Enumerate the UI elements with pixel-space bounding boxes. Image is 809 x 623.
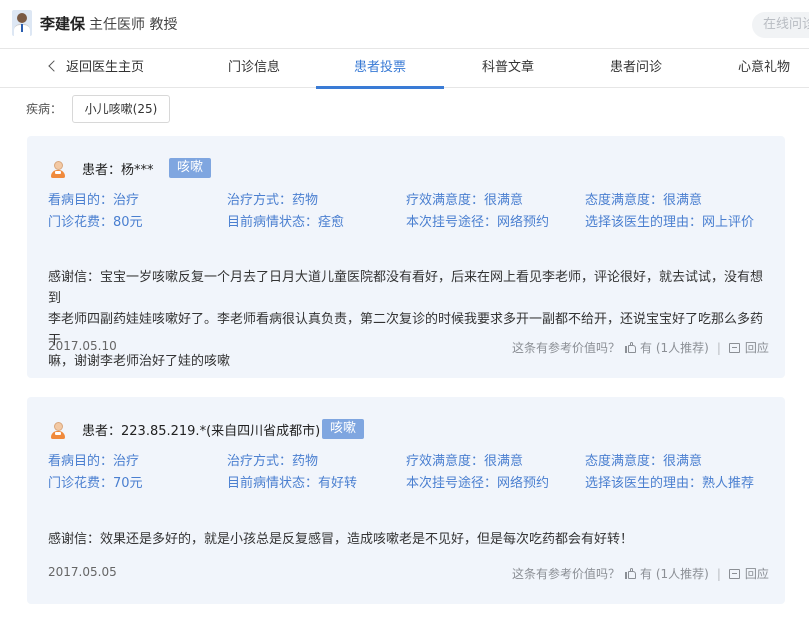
info-status: 目前病情状态：有好转 — [227, 476, 358, 491]
info-channel: 本次挂号途径：网络预约 — [406, 476, 550, 491]
tab-back-label: 返回医生主页 — [66, 60, 145, 75]
reply-link[interactable]: 回应 — [745, 567, 769, 581]
info-purpose: 看病目的：治疗 — [48, 454, 140, 469]
patient-icon — [49, 160, 67, 178]
divider: | — [716, 567, 721, 581]
doctor-header: 李建保 主任医师 教授 在线问诊 — [0, 0, 809, 48]
tab-patient-votes[interactable]: 患者投票 — [316, 49, 444, 89]
divider: | — [716, 341, 721, 355]
online-consult-button[interactable]: 在线问诊 — [752, 12, 809, 38]
tab-bar: 返回医生主页 门诊信息 患者投票 科普文章 患者问诊 心意礼物 — [0, 48, 809, 89]
info-treatment: 治疗方式：药物 — [227, 454, 319, 469]
patient-name: 患者：杨*** — [82, 163, 154, 178]
doctor-avatar — [12, 10, 32, 36]
tab-articles[interactable]: 科普文章 — [458, 49, 558, 88]
disease-chip[interactable]: 小儿咳嗽(25) — [72, 95, 170, 123]
thumbs-up-icon[interactable] — [625, 568, 637, 579]
thumbs-up-icon[interactable] — [625, 342, 637, 353]
info-reason: 选择该医生的理由：熟人推荐 — [585, 476, 755, 491]
info-channel: 本次挂号途径：网络预约 — [406, 215, 550, 230]
review-content: 感谢信：宝宝一岁咳嗽反复一个月去了日月大道儿童医院都没有看好，后来在网上看见李老… — [48, 267, 770, 372]
disease-tag: 咳嗽 — [169, 158, 212, 178]
info-cost: 门诊花费：80元 — [48, 215, 143, 230]
useful-row: 这条有参考价值吗？ 有 (1人推荐) | 回应 — [512, 339, 769, 356]
review-content: 感谢信：效果还是多好的，就是小孩总是反复感冒，造成咳嗽老是不见好，但是每次吃药都… — [48, 529, 770, 550]
tab-gifts[interactable]: 心意礼物 — [714, 49, 809, 88]
tab-clinic-info[interactable]: 门诊信息 — [204, 49, 304, 88]
tab-back-home[interactable]: 返回医生主页 — [48, 49, 160, 88]
patient-icon — [49, 421, 67, 439]
info-status: 目前病情状态：痊愈 — [227, 215, 345, 230]
review-date: 2017.05.10 — [48, 339, 117, 353]
review-card: 患者：杨*** 咳嗽 看病目的：治疗 治疗方式：药物 疗效满意度：很满意 态度满… — [27, 136, 785, 378]
reply-link[interactable]: 回应 — [745, 341, 769, 355]
tab-patient-consult[interactable]: 患者问诊 — [586, 49, 686, 88]
useful-count[interactable]: 有 (1人推荐) — [640, 341, 709, 355]
info-attitude: 态度满意度：很满意 — [585, 193, 703, 208]
doctor-title: 主任医师 教授 — [89, 17, 178, 33]
doctor-name: 李建保 — [40, 15, 86, 33]
review-card: 患者：223.85.219.*(来自四川省成都市) 咳嗽 看病目的：治疗 治疗方… — [27, 397, 785, 604]
reply-icon[interactable] — [728, 569, 740, 579]
review-content-line: 感谢信：宝宝一岁咳嗽反复一个月去了日月大道儿童医院都没有看好，后来在网上看见李老… — [48, 270, 764, 306]
useful-count[interactable]: 有 (1人推荐) — [640, 567, 709, 581]
reply-icon[interactable] — [728, 343, 740, 353]
review-content-line: 感谢信：效果还是多好的，就是小孩总是反复感冒，造成咳嗽老是不见好，但是每次吃药都… — [48, 532, 634, 547]
info-efficacy: 疗效满意度：很满意 — [406, 454, 524, 469]
info-cost: 门诊花费：70元 — [48, 476, 143, 491]
info-treatment: 治疗方式：药物 — [227, 193, 319, 208]
info-attitude: 态度满意度：很满意 — [585, 454, 703, 469]
info-reason: 选择该医生的理由：网上评价 — [585, 215, 755, 230]
useful-prompt: 这条有参考价值吗？ — [512, 341, 621, 355]
disease-filter-label: 疾病： — [26, 102, 63, 116]
review-date: 2017.05.05 — [48, 565, 117, 579]
useful-prompt: 这条有参考价值吗？ — [512, 567, 621, 581]
info-efficacy: 疗效满意度：很满意 — [406, 193, 524, 208]
useful-row: 这条有参考价值吗？ 有 (1人推荐) | 回应 — [512, 565, 769, 582]
info-purpose: 看病目的：治疗 — [48, 193, 140, 208]
patient-name: 患者：223.85.219.*(来自四川省成都市) — [82, 424, 321, 439]
disease-tag: 咳嗽 — [322, 419, 365, 439]
chevron-left-icon — [48, 60, 60, 72]
